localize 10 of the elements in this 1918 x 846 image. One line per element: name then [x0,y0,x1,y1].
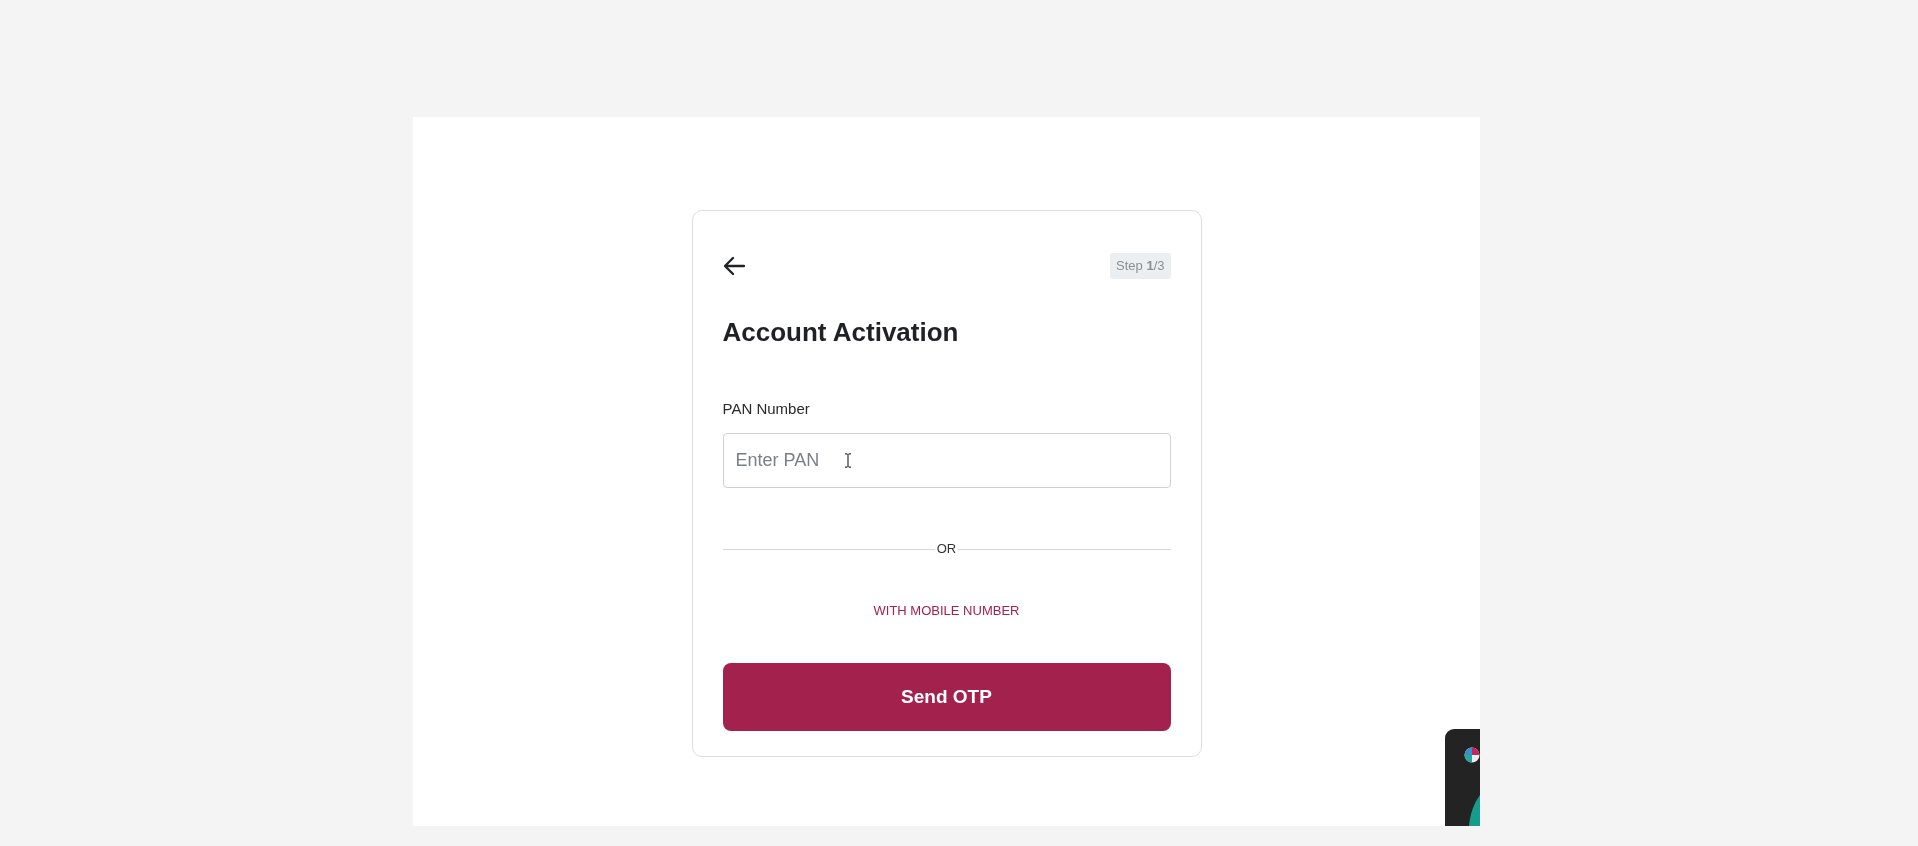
divider-label: OR [935,541,958,557]
pan-input[interactable]: Enter PAN [722,433,1171,488]
back-button[interactable] [722,256,745,276]
text-cursor-icon [843,453,852,468]
back-arrow-icon [722,256,745,276]
page-title: Account Activation [722,317,960,348]
field-label: PAN Number [722,400,811,418]
send-otp-button[interactable]: Send OTP [722,663,1171,731]
mobile-number-link[interactable]: WITH MOBILE NUMBER [873,602,1020,619]
step-badge: Step 1/3 [1110,253,1171,279]
